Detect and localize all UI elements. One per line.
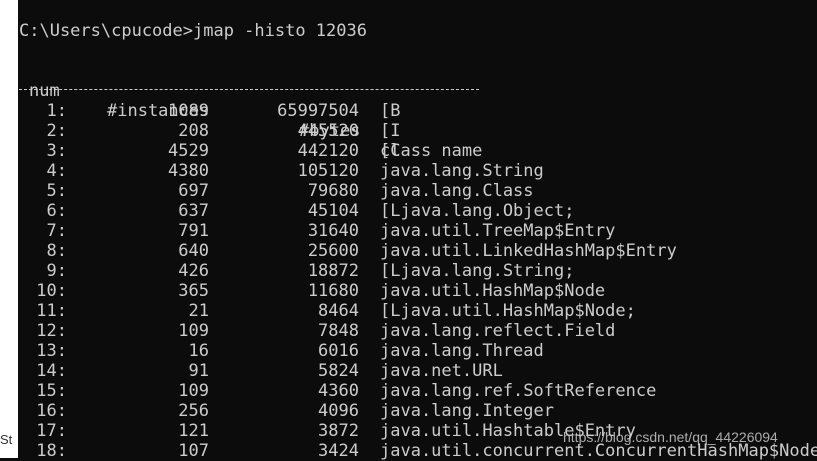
row-class-name: [I — [380, 121, 401, 141]
histogram-row: 1: 1089 65997504 [B — [19, 101, 799, 121]
row-class-name: java.lang.Thread — [380, 341, 544, 361]
row-bytes: 45104 — [307, 201, 359, 221]
row-instances: 121 — [178, 421, 209, 441]
row-num: 5: — [46, 181, 67, 201]
row-class-name: java.lang.String — [380, 161, 544, 181]
row-num: 15: — [36, 381, 67, 401]
histogram-row: 11: 21 8464 [Ljava.util.HashMap$Node; — [19, 301, 799, 321]
row-class-name: [Ljava.lang.Object; — [380, 201, 575, 221]
row-class-name: java.lang.Class — [380, 181, 534, 201]
row-bytes: 442120 — [297, 141, 359, 161]
row-instances: 109 — [178, 381, 209, 401]
row-bytes: 4360 — [318, 381, 359, 401]
row-class-name: java.net.URL — [380, 361, 503, 381]
header-separator — [19, 89, 479, 90]
histogram-row: 16: 256 4096 java.lang.Integer — [19, 401, 799, 421]
row-bytes: 6016 — [318, 341, 359, 361]
row-instances: 637 — [178, 201, 209, 221]
row-instances: 697 — [178, 181, 209, 201]
row-num: 1: — [46, 101, 67, 121]
histogram-row: 2: 208 445520 [I — [19, 121, 799, 141]
row-bytes: 445520 — [297, 121, 359, 141]
row-bytes: 5824 — [318, 361, 359, 381]
row-num: 17: — [36, 421, 67, 441]
command-line: C:\Users\cpucode>jmap -histo 12036 — [19, 21, 367, 41]
row-class-name: [Ljava.lang.String; — [380, 261, 575, 281]
row-num: 18: — [36, 441, 67, 461]
left-gutter — [0, 0, 18, 458]
row-instances: 109 — [178, 321, 209, 341]
histogram-row: 13: 16 6016 java.lang.Thread — [19, 341, 799, 361]
row-instances: 208 — [178, 121, 209, 141]
row-bytes: 105120 — [297, 161, 359, 181]
row-num: 8: — [46, 241, 67, 261]
row-bytes: 8464 — [318, 301, 359, 321]
row-bytes: 4096 — [318, 401, 359, 421]
row-num: 7: — [46, 221, 67, 241]
row-instances: 426 — [178, 261, 209, 281]
row-num: 14: — [36, 361, 67, 381]
row-class-name: java.util.LinkedHashMap$Entry — [380, 241, 677, 261]
header-num: num — [29, 81, 60, 101]
edge-text: St — [0, 432, 13, 447]
row-class-name: [C — [380, 141, 401, 161]
row-class-name: java.lang.Integer — [380, 401, 554, 421]
row-num: 9: — [46, 261, 67, 281]
histogram-row: 5: 697 79680 java.lang.Class — [19, 181, 799, 201]
row-instances: 107 — [178, 441, 209, 461]
row-instances: 16 — [188, 341, 209, 361]
histogram-header: num #instances #bytes class name — [19, 61, 799, 161]
row-num: 13: — [36, 341, 67, 361]
row-class-name: java.lang.reflect.Field — [380, 321, 616, 341]
row-bytes: 3872 — [318, 421, 359, 441]
row-class-name: [Ljava.util.HashMap$Node; — [380, 301, 636, 321]
row-instances: 791 — [178, 221, 209, 241]
row-bytes: 18872 — [307, 261, 359, 281]
row-bytes: 79680 — [307, 181, 359, 201]
row-instances: 91 — [188, 361, 209, 381]
row-num: 11: — [36, 301, 67, 321]
histogram-row: 6: 637 45104 [Ljava.lang.Object; — [19, 201, 799, 221]
watermark: https://blog.csdn.net/qq_44226094 — [563, 429, 778, 445]
histogram-row: 12: 109 7848 java.lang.reflect.Field — [19, 321, 799, 341]
histogram-row: 9: 426 18872 [Ljava.lang.String; — [19, 261, 799, 281]
row-bytes: 25600 — [307, 241, 359, 261]
row-class-name: [B — [380, 101, 401, 121]
row-instances: 4529 — [168, 141, 209, 161]
row-bytes: 7848 — [318, 321, 359, 341]
row-instances: 1089 — [168, 101, 209, 121]
histogram-row: 8: 640 25600 java.util.LinkedHashMap$Entry — [19, 241, 799, 261]
row-instances: 256 — [178, 401, 209, 421]
row-class-name: java.lang.ref.SoftReference — [380, 381, 657, 401]
histogram-row: 15: 109 4360 java.lang.ref.SoftReference — [19, 381, 799, 401]
histogram-row: 7: 791 31640 java.util.TreeMap$Entry — [19, 221, 799, 241]
row-instances: 4380 — [168, 161, 209, 181]
row-num: 6: — [46, 201, 67, 221]
histogram-row: 14: 91 5824 java.net.URL — [19, 361, 799, 381]
row-num: 4: — [46, 161, 67, 181]
row-num: 2: — [46, 121, 67, 141]
row-num: 12: — [36, 321, 67, 341]
row-num: 3: — [46, 141, 67, 161]
histogram-row: 4: 4380 105120 java.lang.String — [19, 161, 799, 181]
row-instances: 640 — [178, 241, 209, 261]
row-bytes: 11680 — [307, 281, 359, 301]
row-bytes: 31640 — [307, 221, 359, 241]
row-class-name: java.util.TreeMap$Entry — [380, 221, 616, 241]
row-instances: 365 — [178, 281, 209, 301]
row-num: 10: — [36, 281, 67, 301]
row-class-name: java.util.HashMap$Node — [380, 281, 606, 301]
histogram-row: 3: 4529 442120 [C — [19, 141, 799, 161]
row-bytes: 3424 — [318, 441, 359, 461]
row-num: 16: — [36, 401, 67, 421]
histogram-row: 10: 365 11680 java.util.HashMap$Node — [19, 281, 799, 301]
row-bytes: 65997504 — [277, 101, 359, 121]
row-instances: 21 — [188, 301, 209, 321]
